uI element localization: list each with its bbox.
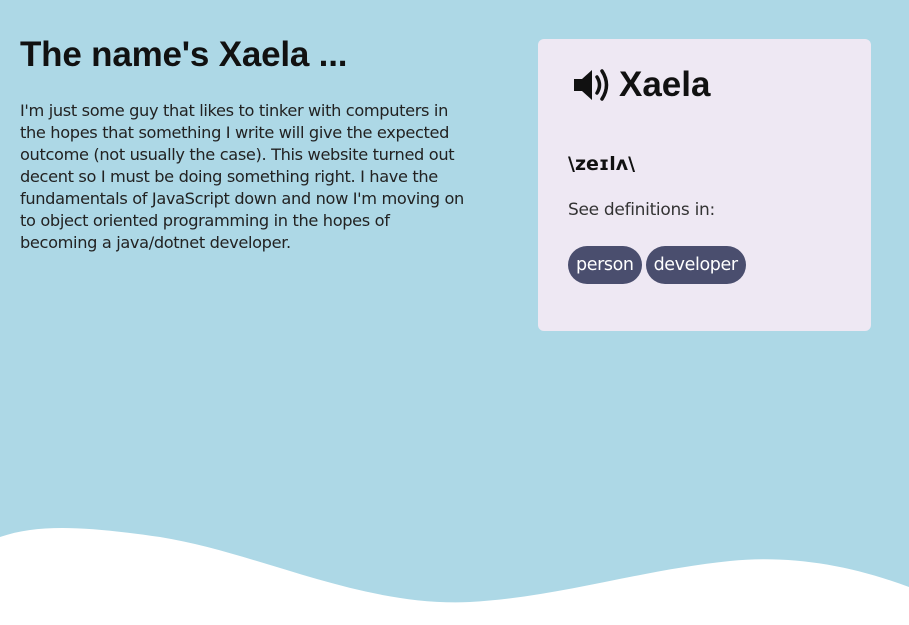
definition-tags: person developer [568, 246, 746, 284]
speaker-icon[interactable] [571, 66, 611, 104]
definition-card: Xaela \zeɪlʌ\ See definitions in: person… [538, 39, 871, 331]
page: The name's Xaela ... I'm just some guy t… [0, 0, 909, 625]
definition-title: Xaela [571, 63, 710, 107]
tag-developer[interactable]: developer [645, 246, 746, 284]
pronunciation: \zeɪlʌ\ [568, 153, 636, 175]
see-definitions-label: See definitions in: [568, 200, 715, 220]
intro-heading: The name's Xaela ... [20, 35, 348, 74]
definition-word: Xaela [619, 65, 711, 104]
intro-paragraph: I'm just some guy that likes to tinker w… [20, 101, 464, 252]
wave-divider [0, 527, 909, 625]
intro-section: The name's Xaela ... I'm just some guy t… [20, 34, 465, 254]
tag-person[interactable]: person [568, 246, 642, 284]
